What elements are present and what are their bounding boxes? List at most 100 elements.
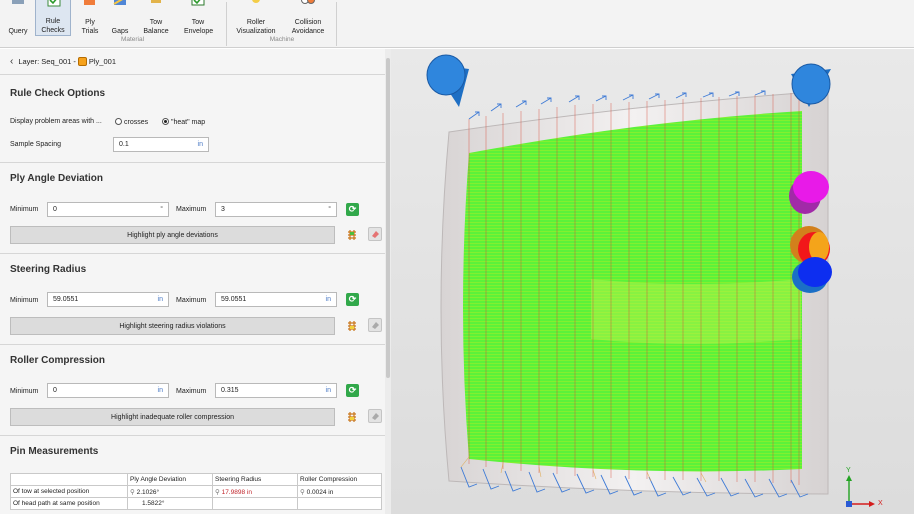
section-title: Roller Compression xyxy=(10,355,106,366)
table-row: Of tow at selected position ⚲ 2.1026° ⚲ … xyxy=(10,485,382,498)
max-value: 0.315 xyxy=(221,387,239,394)
min-value: 0 xyxy=(53,206,57,213)
pin-icon[interactable]: ⚲ xyxy=(215,489,220,496)
radius-value: 17.9898 in xyxy=(221,488,252,496)
scrollbar-thumb[interactable] xyxy=(386,58,390,378)
minimum-label: Minimum xyxy=(10,388,39,395)
rule-check-options-section: Rule Check Options Display problem areas… xyxy=(0,75,385,163)
radio-icon xyxy=(115,118,122,125)
pin-icon[interactable]: ⚲ xyxy=(130,489,135,496)
pin-icon[interactable]: ⚲ xyxy=(300,489,305,496)
heatmap-icon[interactable] xyxy=(346,411,358,423)
query-button[interactable]: Query xyxy=(4,0,32,36)
rule-checks-button[interactable]: Rule Checks xyxy=(35,0,71,36)
group-machine-label: Machine xyxy=(269,36,295,43)
highlight-roller-button[interactable]: Highlight inadequate roller compression xyxy=(10,408,335,426)
rule-checks-icon xyxy=(47,0,61,7)
highlight-ply-angle-button[interactable]: Highlight ply angle deviations xyxy=(10,226,335,244)
maximum-label: Maximum xyxy=(176,297,207,304)
angle-value: 1.5822° xyxy=(142,500,165,507)
min-value: 0 xyxy=(53,387,57,394)
roller-max-input[interactable]: 0.315 in xyxy=(215,383,337,398)
highlight-steering-button[interactable]: Highlight steering radius violations xyxy=(10,317,335,335)
row-label: Of tow at selected position xyxy=(10,485,128,498)
head-cone-left[interactable] xyxy=(426,54,469,107)
steering-radius-section: Steering Radius Minimum 59.0551 in Maxim… xyxy=(0,254,385,345)
heatmap-highlight xyxy=(591,279,801,344)
group-material-label: Material xyxy=(120,36,145,43)
roller-visualization-icon xyxy=(252,0,260,3)
section-title: Rule Check Options xyxy=(10,88,106,99)
query-icon xyxy=(12,0,24,4)
section-title: Ply Angle Deviation xyxy=(10,173,103,184)
ply-trials-button[interactable]: Ply Trials xyxy=(75,0,105,36)
table-header xyxy=(10,473,128,486)
minimum-label: Minimum xyxy=(10,297,39,304)
table-cell: ⚲ 0.0024 in xyxy=(297,485,382,498)
ply-icon xyxy=(77,57,87,66)
ply-trials-icon xyxy=(84,0,95,5)
refresh-icon[interactable]: ⟳ xyxy=(346,293,359,306)
heatmap-radio[interactable]: "heat" map xyxy=(162,118,205,126)
max-value: 3 xyxy=(221,206,225,213)
tow-balance-button[interactable]: Tow Balance xyxy=(138,0,174,36)
breadcrumb-ply[interactable]: Ply_001 xyxy=(89,57,116,66)
heatmap-icon[interactable] xyxy=(346,320,358,332)
roller-visualization-label: Roller Visualization xyxy=(236,19,276,35)
crosses-radio[interactable]: crosses xyxy=(115,118,148,126)
group-separator xyxy=(336,2,337,46)
ply-angle-min-input[interactable]: 0 ° xyxy=(47,202,169,217)
pin-measurements-table: Ply Angle Deviation Steering Radius Roll… xyxy=(10,473,382,510)
tow-envelope-label: Tow Envelope xyxy=(184,19,214,35)
steering-max-input[interactable]: 59.0551 in xyxy=(215,292,337,307)
sample-spacing-value: 0.1 xyxy=(119,141,129,148)
clear-highlight-icon[interactable] xyxy=(368,318,382,332)
compression-value: 0.0024 in xyxy=(306,488,334,496)
back-arrow-icon[interactable]: ‹ xyxy=(10,56,13,67)
unit-label: in xyxy=(197,141,203,148)
heatmap-icon[interactable] xyxy=(346,229,358,241)
row-label: Of head path at same position xyxy=(10,497,128,510)
max-value: 59.0551 xyxy=(221,296,247,303)
tow-envelope-icon xyxy=(191,0,205,6)
clear-highlight-icon[interactable] xyxy=(368,409,382,423)
unit-label: in xyxy=(157,387,163,394)
sample-spacing-label: Sample Spacing xyxy=(10,141,61,148)
rule-checks-label: Rule Checks xyxy=(41,18,65,34)
heatmap-label: "heat" map xyxy=(171,119,206,126)
unit-label: in xyxy=(325,296,331,303)
collision-avoidance-button[interactable]: Collision Avoidance xyxy=(285,0,331,36)
breadcrumb-layer[interactable]: Layer: Seq_001 - xyxy=(18,57,76,66)
tow-balance-label: Tow Balance xyxy=(143,19,169,35)
group-separator xyxy=(226,2,227,46)
3d-viewport[interactable]: X Y xyxy=(391,49,914,514)
roller-min-input[interactable]: 0 in xyxy=(47,383,169,398)
refresh-icon[interactable]: ⟳ xyxy=(346,203,359,216)
ply-angle-max-input[interactable]: 3 ° xyxy=(215,202,337,217)
sample-spacing-input[interactable]: 0.1 in xyxy=(113,137,209,152)
angle-value: 2.1026° xyxy=(136,488,160,496)
axis-y-label: Y xyxy=(846,467,851,474)
section-title: Steering Radius xyxy=(10,264,87,275)
ribbon-toolbar: Query Rule Checks Ply Trials Gaps Tow Ba… xyxy=(0,0,914,48)
gaps-icon xyxy=(113,0,126,5)
breadcrumb: ‹ Layer: Seq_001 - Ply_001 xyxy=(0,49,385,75)
refresh-icon[interactable]: ⟳ xyxy=(346,384,359,397)
gaps-button[interactable]: Gaps xyxy=(107,0,133,36)
tow-envelope-button[interactable]: Tow Envelope xyxy=(179,0,217,36)
roller-compression-section: Roller Compression Minimum 0 in Maximum … xyxy=(0,345,385,436)
radio-selected-icon xyxy=(162,118,169,125)
maximum-label: Maximum xyxy=(176,206,207,213)
collision-avoidance-label: Collision Avoidance xyxy=(291,19,325,35)
pin-measurements-title: Pin Measurements xyxy=(10,446,99,457)
gaps-label: Gaps xyxy=(111,28,129,35)
ply-angle-section: Ply Angle Deviation Minimum 0 ° Maximum … xyxy=(0,163,385,254)
collision-avoidance-icon xyxy=(301,0,315,4)
rule-checks-panel: ‹ Layer: Seq_001 - Ply_001 Rule Check Op… xyxy=(0,49,391,514)
steering-min-input[interactable]: 59.0551 in xyxy=(47,292,169,307)
clear-highlight-icon[interactable] xyxy=(368,227,382,241)
table-header: Ply Angle Deviation xyxy=(127,473,213,486)
roller-visualization-button[interactable]: Roller Visualization xyxy=(232,0,280,36)
viewport-canvas[interactable] xyxy=(391,49,914,514)
unit-label: in xyxy=(325,387,331,394)
